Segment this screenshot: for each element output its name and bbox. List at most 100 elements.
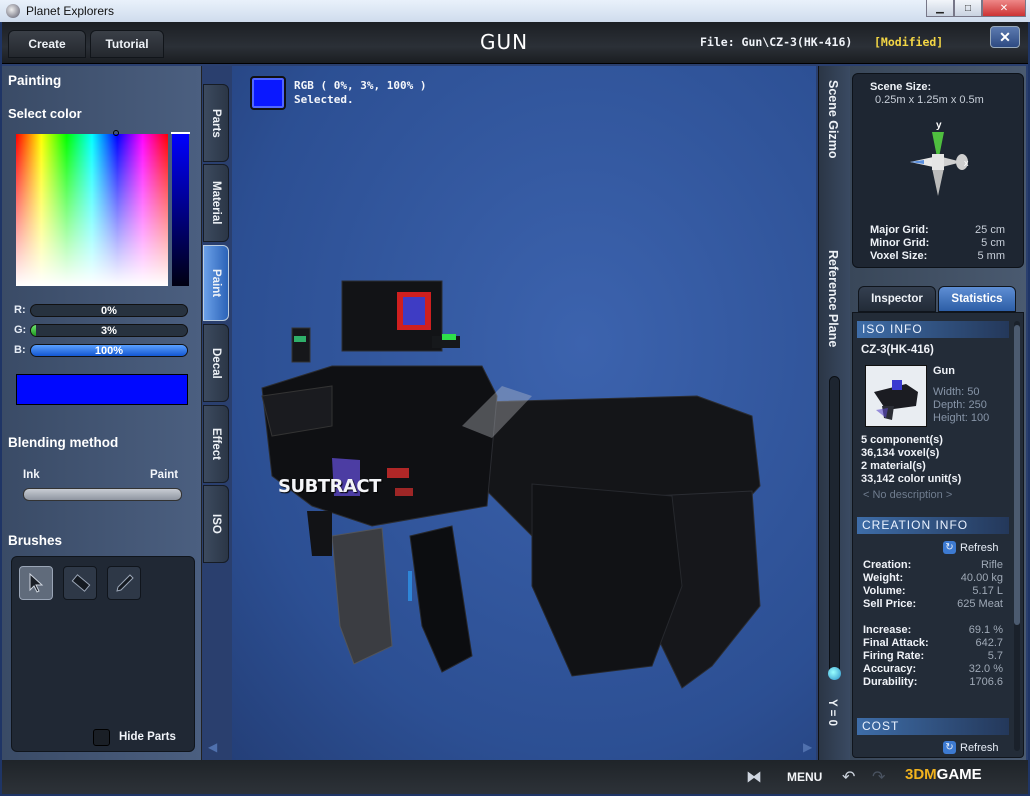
axis-gizmo-icon[interactable]: y x [898, 112, 988, 202]
tab-paint[interactable]: Paint [203, 245, 229, 321]
reference-plane-knob[interactable] [828, 667, 841, 680]
color-picker-cursor[interactable] [113, 130, 119, 136]
gun-model [261, 280, 761, 689]
select-color-heading: Select color [8, 106, 82, 121]
iso-voxels: 36,134 voxel(s) [861, 447, 940, 459]
cost-refresh-label: Refresh [960, 741, 999, 754]
pencil-brush-button[interactable] [107, 566, 141, 600]
editor-close-button[interactable]: ✕ [990, 26, 1020, 48]
scene-size-label: Scene Size: [870, 81, 932, 93]
iso-materials: 2 material(s) [861, 460, 926, 472]
reference-plane-tab[interactable]: Reference Plane [826, 250, 840, 347]
weight-label: Weight: [863, 572, 904, 584]
cost-refresh-icon: ↻ [943, 741, 956, 754]
sell-price-value: 625 Meat [957, 598, 1003, 610]
weight-value: 40.00 kg [960, 572, 1003, 584]
tab-decal[interactable]: Decal [203, 324, 229, 402]
maximize-button[interactable]: □ [954, 0, 982, 17]
minor-grid-value: 5 cm [981, 237, 1005, 249]
window-close-button[interactable]: ✕ [982, 0, 1026, 17]
tutorial-button[interactable]: Tutorial [90, 30, 164, 58]
creation-refresh-button[interactable]: ↻ Refresh [943, 541, 999, 554]
selected-readout: Selected. [294, 93, 354, 106]
major-grid-value: 25 cm [975, 224, 1005, 236]
scene-gizmo-box: Scene Size: 0.25m x 1.25m x 0.5m y x Maj… [852, 73, 1024, 268]
window-controls: ▁ □ ✕ [926, 0, 1026, 17]
selected-color-preview [250, 76, 286, 110]
tab-decal-label: Decal [210, 347, 222, 379]
blue-value: 100% [94, 344, 124, 357]
reference-plane-slider[interactable] [828, 376, 841, 680]
gun-thumbnail-image [874, 380, 918, 420]
modified-indicator: [Modified] [874, 35, 944, 49]
voxel-size-label: Voxel Size: [870, 250, 928, 262]
statistics-scroll-thumb[interactable] [1014, 325, 1020, 625]
iso-components: 5 component(s) [861, 434, 943, 446]
increase-value: 69.1 % [968, 624, 1003, 636]
brushes-heading: Brushes [8, 533, 63, 548]
blending-method-heading: Blending method [8, 435, 119, 450]
durability-value: 1706.6 [969, 676, 1003, 688]
select-brush-button[interactable] [19, 566, 53, 600]
logo-suffix: GAME [936, 766, 982, 783]
blue-slider[interactable]: 100% [30, 343, 188, 357]
color-picker-field[interactable] [16, 134, 168, 286]
final-attack-label: Final Attack: [863, 637, 929, 649]
selected-color-readout: RGB ( 0%, 3%, 100% ) Selected. [294, 79, 426, 107]
green-value: 3% [101, 324, 117, 337]
file-label: File: Gun\CZ-3(HK-416) [700, 35, 853, 49]
iso-width: Width: 50 [933, 386, 980, 398]
brightness-slider[interactable] [171, 132, 190, 286]
pencil-icon [116, 574, 134, 592]
blue-row: B: 100% [14, 343, 188, 357]
eraser-brush-button[interactable] [63, 566, 97, 600]
green-slider[interactable]: 3% [30, 323, 188, 337]
redo-icon[interactable]: ↷ [872, 767, 885, 787]
voxel-size-value: 5 mm [977, 250, 1006, 262]
tab-material-label: Material [210, 181, 222, 225]
tab-paint-label: Paint [210, 268, 222, 298]
iso-description: < No description > [863, 489, 953, 501]
cost-refresh-button[interactable]: ↻ Refresh [943, 741, 999, 754]
tab-material[interactable]: Material [203, 164, 229, 242]
iso-thumbnail [865, 365, 927, 427]
tab-parts[interactable]: Parts [203, 84, 229, 162]
creation-refresh-label: Refresh [960, 541, 999, 554]
editor-viewport[interactable] [232, 66, 816, 760]
tab-statistics[interactable]: Statistics [938, 286, 1016, 312]
undo-icon[interactable]: ↶ [842, 767, 855, 787]
subtract-mode-label: SUBTRACT [278, 476, 381, 497]
final-attack-value: 642.7 [975, 637, 1003, 649]
iso-color-units: 33,142 color unit(s) [861, 473, 962, 485]
blend-slider[interactable] [23, 488, 182, 501]
sell-price-label: Sell Price: [863, 598, 917, 610]
scene-gizmo-tab[interactable]: Scene Gizmo [826, 80, 840, 159]
tab-iso[interactable]: ISO [203, 485, 229, 563]
eraser-icon [71, 574, 91, 592]
cost-header: COST [857, 718, 1009, 735]
scene-size-value: 0.25m x 1.25m x 0.5m [875, 94, 984, 106]
minor-grid-label: Minor Grid: [870, 237, 930, 249]
red-slider[interactable]: 0% [30, 303, 188, 317]
tab-effect[interactable]: Effect [203, 405, 229, 483]
hide-parts-checkbox[interactable] [93, 729, 110, 746]
tab-parts-label: Parts [210, 108, 222, 138]
statistics-scrollbar[interactable] [1014, 321, 1020, 751]
blue-label: B: [14, 344, 26, 356]
tab-inspector[interactable]: Inspector [858, 286, 936, 312]
green-label: G: [14, 324, 27, 336]
iso-depth: Depth: 250 [933, 399, 987, 411]
green-row: G: 3% [14, 323, 188, 337]
menu-button[interactable]: MENU [787, 770, 822, 784]
iso-height: Height: 100 [933, 412, 990, 424]
minimize-button[interactable]: ▁ [926, 0, 954, 17]
mirror-icon[interactable]: ⧓ [746, 767, 762, 787]
iso-name: CZ-3(HK-416) [861, 344, 934, 356]
create-button[interactable]: Create [8, 30, 86, 58]
rgb-readout: RGB ( 0%, 3%, 100% ) [294, 79, 427, 92]
viewport-left-arrow-icon: ◀ [208, 740, 218, 754]
axis-x-label: x [964, 158, 969, 168]
red-value: 0% [101, 304, 117, 317]
window-titlebar: Planet Explorers ▁ □ ✕ [0, 0, 1030, 22]
iso-type: Gun [933, 365, 955, 377]
